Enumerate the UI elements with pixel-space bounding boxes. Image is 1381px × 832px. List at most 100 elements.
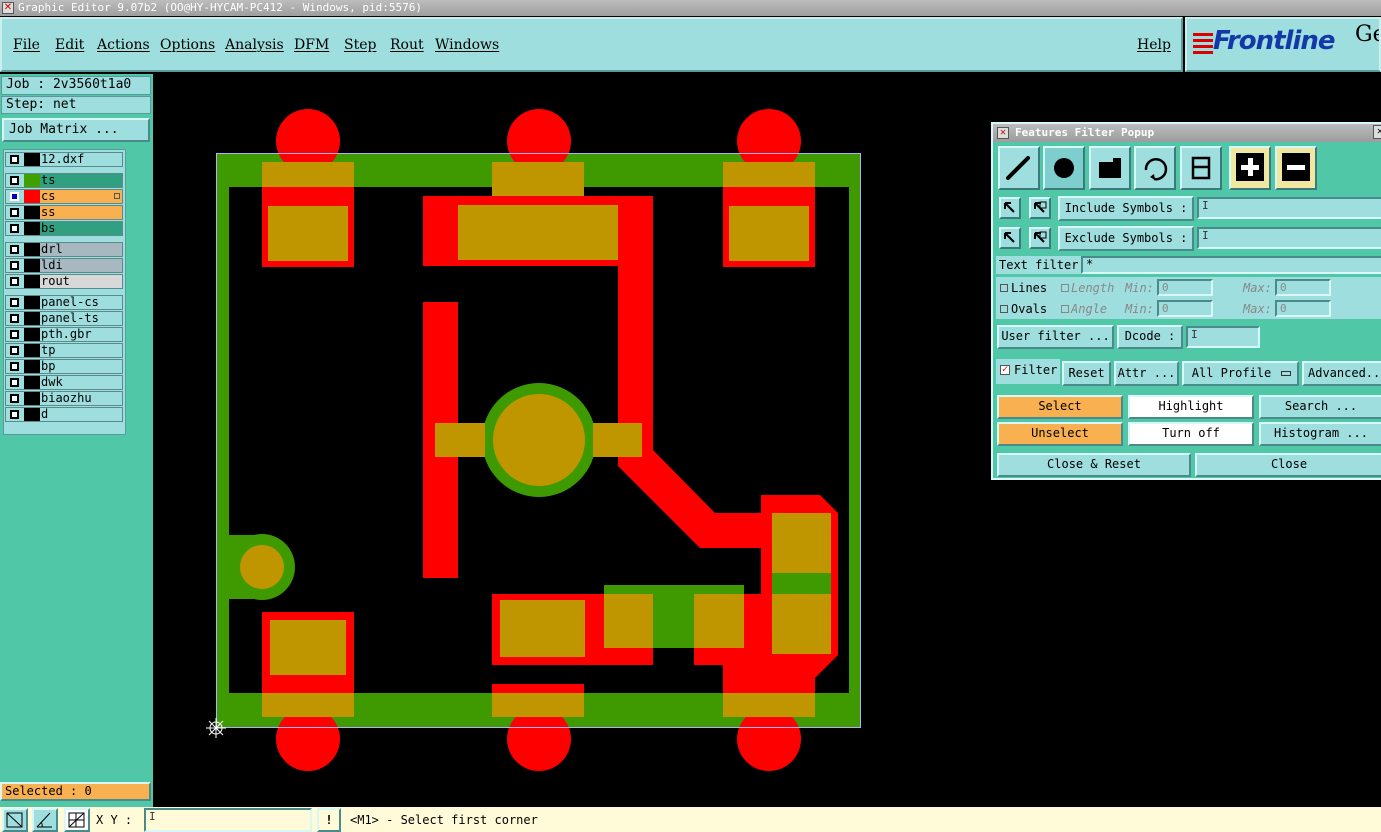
- layer-checkbox[interactable]: [6, 190, 24, 203]
- layer-row-ss[interactable]: ss: [5, 205, 123, 220]
- menu-analysis[interactable]: Analysis: [225, 37, 284, 53]
- layer-checkbox[interactable]: [6, 392, 24, 405]
- zoom-box-button[interactable]: [2, 808, 28, 832]
- highlight-button[interactable]: Highlight: [1128, 395, 1254, 419]
- layer-checkbox[interactable]: [6, 376, 24, 389]
- layer-checkbox[interactable]: [6, 206, 24, 219]
- status-message: <M1> - Select first corner: [350, 813, 538, 827]
- exclude-pick-arrow-alt-icon[interactable]: [1029, 227, 1051, 249]
- layer-row-tp[interactable]: tp: [5, 343, 123, 358]
- tool-surface[interactable]: [1089, 146, 1131, 190]
- layer-checkbox[interactable]: [6, 408, 24, 421]
- ovals-checkbox[interactable]: [1000, 305, 1008, 313]
- include-symbols-input[interactable]: I: [1197, 197, 1381, 219]
- lines-checkbox[interactable]: [1000, 284, 1008, 292]
- attr-button[interactable]: Attr ...: [1114, 361, 1179, 386]
- search-button[interactable]: Search ...: [1259, 395, 1381, 419]
- layer-checkbox[interactable]: [6, 344, 24, 357]
- ovals-label: Ovals: [1011, 302, 1048, 316]
- menu-file[interactable]: File: [13, 37, 40, 53]
- layer-row-drl[interactable]: drl: [5, 242, 123, 257]
- layer-row-ldi[interactable]: ldi: [5, 258, 123, 273]
- menu-windows[interactable]: Windows: [435, 37, 499, 53]
- menu-help[interactable]: Help: [1137, 37, 1171, 53]
- graphic-canvas[interactable]: [153, 74, 991, 807]
- tool-line[interactable]: [998, 146, 1040, 190]
- dcode-button[interactable]: Dcode :: [1117, 325, 1183, 349]
- layer-work-indicator-icon: [114, 193, 120, 199]
- menu-dfm[interactable]: DFM: [294, 37, 329, 53]
- layer-checkbox[interactable]: [6, 174, 24, 187]
- menu-rout[interactable]: Rout: [390, 37, 424, 53]
- layer-checkbox[interactable]: [6, 153, 24, 166]
- advanced-button[interactable]: Advanced...: [1302, 361, 1381, 386]
- popup-close-icon[interactable]: ✕: [1373, 125, 1381, 139]
- menu-step[interactable]: Step: [344, 37, 376, 53]
- lines-label: Lines: [1011, 281, 1048, 295]
- line-icon: [1006, 156, 1030, 180]
- exclude-symbols-button[interactable]: Exclude Symbols :: [1058, 226, 1194, 251]
- text-filter-input[interactable]: *: [1081, 256, 1381, 274]
- angle-max-input[interactable]: 0: [1275, 300, 1331, 317]
- layer-checkbox[interactable]: [6, 222, 24, 235]
- layer-checkbox[interactable]: [6, 360, 24, 373]
- xy-input[interactable]: I: [144, 808, 312, 832]
- length-max-input[interactable]: 0: [1275, 279, 1331, 296]
- dcode-input[interactable]: I: [1186, 326, 1260, 348]
- turn-off-button[interactable]: Turn off: [1128, 422, 1254, 446]
- close-reset-button[interactable]: Close & Reset: [997, 453, 1191, 477]
- reset-button[interactable]: Reset: [1062, 361, 1111, 386]
- layer-row-dwk[interactable]: dwk: [5, 375, 123, 390]
- tool-arc[interactable]: [1134, 146, 1176, 190]
- layer-checkbox[interactable]: [6, 275, 24, 288]
- layer-row-pth-gbr[interactable]: pth.gbr: [5, 327, 123, 342]
- tool-text[interactable]: [1180, 146, 1222, 190]
- exclude-pick-arrow-icon[interactable]: [999, 227, 1021, 249]
- histogram-button[interactable]: Histogram ...: [1259, 422, 1381, 446]
- layer-name: cs: [41, 189, 56, 203]
- all-profile-dropdown[interactable]: All Profile: [1182, 361, 1299, 386]
- layer-row-panel-cs[interactable]: panel-cs: [5, 295, 123, 310]
- measure-button[interactable]: [32, 808, 58, 832]
- include-symbols-button[interactable]: Include Symbols :: [1058, 196, 1194, 221]
- tool-negative[interactable]: [1275, 146, 1317, 190]
- length-checkbox[interactable]: [1061, 284, 1069, 292]
- layer-checkbox[interactable]: [6, 259, 24, 272]
- tool-pad[interactable]: [1043, 146, 1085, 190]
- angle-min-input[interactable]: 0: [1157, 300, 1213, 317]
- job-matrix-button[interactable]: Job Matrix ...: [2, 118, 150, 142]
- include-pick-arrow-alt-icon[interactable]: [1029, 197, 1051, 219]
- tool-positive[interactable]: [1229, 146, 1271, 190]
- window-title: Graphic Editor 9.07b2 (OO@HY-HYCAM-PC412…: [18, 1, 422, 14]
- layer-checkbox[interactable]: [6, 328, 24, 341]
- unselect-button[interactable]: Unselect: [997, 422, 1123, 446]
- layer-row-bs[interactable]: bs: [5, 221, 123, 236]
- snap-grid-button[interactable]: [64, 808, 90, 832]
- layer-color-swatch: [24, 153, 40, 166]
- layer-checkbox[interactable]: [6, 312, 24, 325]
- user-filter-button[interactable]: User filter ...: [997, 325, 1114, 349]
- layer-checkbox[interactable]: [6, 243, 24, 256]
- origin-crosshair-icon: [206, 718, 226, 738]
- select-button[interactable]: Select: [997, 395, 1123, 419]
- menu-edit[interactable]: Edit: [55, 37, 84, 53]
- layer-row-bp[interactable]: bp: [5, 359, 123, 374]
- menu-actions[interactable]: Actions: [97, 37, 150, 53]
- layer-row-ts[interactable]: ts: [5, 173, 123, 188]
- layer-row-panel-ts[interactable]: panel-ts: [5, 311, 123, 326]
- menu-options[interactable]: Options: [160, 37, 215, 53]
- filter-checkbox[interactable]: ✓: [1000, 365, 1010, 375]
- exclude-symbols-input[interactable]: I: [1197, 227, 1381, 249]
- layer-row-12-dxf[interactable]: 12.dxf: [5, 152, 123, 167]
- length-min-input[interactable]: 0: [1157, 279, 1213, 296]
- layer-checkbox[interactable]: [6, 296, 24, 309]
- layer-row-rout[interactable]: rout: [5, 274, 123, 289]
- angle-checkbox[interactable]: [1061, 305, 1069, 313]
- layer-name: bs: [41, 221, 56, 235]
- alert-button[interactable]: !: [317, 808, 341, 832]
- close-button[interactable]: Close: [1195, 453, 1381, 477]
- layer-row-d[interactable]: d: [5, 407, 123, 422]
- layer-row-cs[interactable]: cs: [5, 189, 123, 204]
- layer-row-biaozhu[interactable]: biaozhu: [5, 391, 123, 406]
- include-pick-arrow-icon[interactable]: [999, 197, 1021, 219]
